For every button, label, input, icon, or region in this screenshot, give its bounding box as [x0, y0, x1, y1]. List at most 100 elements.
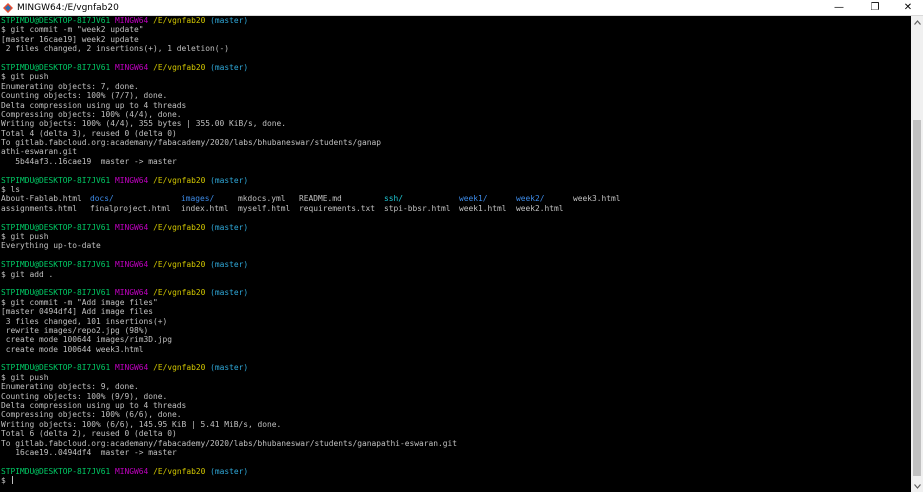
- prompt-user: STPIMDU@DESKTOP-8I7JV61: [1, 16, 111, 25]
- close-button[interactable]: ✕: [893, 0, 923, 15]
- output-line: [master 0494df4] Add image files: [1, 307, 154, 317]
- title-bar[interactable]: MINGW64:/E/vgnfab20 — ❐ ✕: [0, 0, 923, 16]
- chevron-up-icon: [913, 19, 921, 25]
- prompt-branch: (master): [210, 288, 249, 298]
- window-title: MINGW64:/E/vgnfab20: [17, 2, 119, 13]
- prompt-branch: (master): [210, 222, 249, 232]
- prompt-symbol: $: [1, 476, 11, 486]
- prompt-user: STPIMDU@DESKTOP-8I7JV61: [1, 62, 111, 72]
- terminal-output[interactable]: STPIMDU@DESKTOP-8I7JV61 MINGW64 /E/vgnfa…: [1, 16, 910, 492]
- git-bash-icon: [3, 2, 13, 13]
- restore-icon: ❐: [870, 2, 880, 13]
- prompt-branch: (master): [210, 363, 249, 373]
- output-line: Writing objects: 100% (4/4), 355 bytes |…: [1, 119, 287, 129]
- ls-entry: week2.html: [516, 203, 564, 213]
- output-line: Delta compression using up to 4 threads: [1, 401, 187, 411]
- prompt-system: MINGW64: [115, 466, 149, 476]
- prompt-user: STPIMDU@DESKTOP-8I7JV61: [1, 466, 111, 476]
- minimize-icon: —: [834, 2, 844, 13]
- scroll-up-button[interactable]: [911, 16, 923, 28]
- chevron-down-icon: [913, 483, 921, 489]
- ls-entry: week1.html: [459, 203, 507, 213]
- ls-entry: [573, 204, 633, 213]
- prompt-system: MINGW64: [115, 62, 149, 72]
- ls-entry: images/: [181, 194, 215, 204]
- prompt-path: /E/vgnfab20: [153, 260, 206, 270]
- prompt-path: /E/vgnfab20: [153, 175, 206, 185]
- input-line[interactable]: $: [1, 476, 910, 485]
- maximize-button[interactable]: ❐: [857, 0, 893, 15]
- ls-entry: requirements.txt: [299, 203, 376, 213]
- output-line: Everything up-to-date: [1, 241, 101, 251]
- prompt-line: STPIMDU@DESKTOP-8I7JV61 MINGW64 /E/vgnfa…: [1, 288, 910, 297]
- ls-row: assignments.html finalproject.html index.h…: [1, 204, 910, 213]
- output-line: create mode 100644 week3.html: [1, 344, 144, 354]
- prompt-path: /E/vgnfab20: [153, 16, 206, 25]
- scroll-down-button[interactable]: [911, 480, 923, 492]
- prompt-line: STPIMDU@DESKTOP-8I7JV61 MINGW64 /E/vgnfa…: [1, 363, 910, 372]
- prompt-system: MINGW64: [115, 175, 149, 185]
- scrollbar-thumb[interactable]: [913, 120, 921, 476]
- prompt-branch: (master): [210, 175, 249, 185]
- vertical-scrollbar[interactable]: [911, 16, 923, 492]
- ls-entry: week1/: [459, 194, 488, 204]
- output-line: Counting objects: 100% (9/9), done.: [1, 391, 168, 401]
- prompt-system: MINGW64: [115, 363, 149, 373]
- output-line: Total 4 (delta 3), reused 0 (delta 0): [1, 128, 177, 138]
- command-line: $ git push: [1, 231, 49, 241]
- ls-entry: finalproject.html: [90, 203, 171, 213]
- ls-entry: week3.html: [573, 194, 621, 204]
- output-line: 5b44af3..16cae19 master -> master: [1, 156, 177, 166]
- prompt-user: STPIMDU@DESKTOP-8I7JV61: [1, 260, 111, 270]
- prompt-path: /E/vgnfab20: [153, 363, 206, 373]
- minimize-button[interactable]: —: [821, 0, 857, 15]
- output-line: To gitlab.fabcloud.org:academany/fabacad…: [1, 138, 382, 148]
- output-line: athi-eswaran.git: [1, 147, 78, 157]
- prompt-system: MINGW64: [115, 16, 149, 25]
- prompt-line: STPIMDU@DESKTOP-8I7JV61 MINGW64 /E/vgnfa…: [1, 223, 910, 232]
- prompt-branch: (master): [210, 16, 249, 25]
- prompt-branch: (master): [210, 260, 249, 270]
- output-line: 2 files changed, 2 insertions(+), 1 dele…: [1, 44, 230, 54]
- prompt-system: MINGW64: [115, 260, 149, 270]
- prompt-user: STPIMDU@DESKTOP-8I7JV61: [1, 222, 111, 232]
- command-line: $ git push: [1, 372, 49, 382]
- prompt-line: STPIMDU@DESKTOP-8I7JV61 MINGW64 /E/vgnfa…: [1, 176, 910, 185]
- output-line: 3 files changed, 101 insertions(+): [1, 316, 168, 326]
- output-line: Compressing objects: 100% (4/4), done.: [1, 109, 182, 119]
- ls-entry: ssh/: [384, 194, 404, 204]
- prompt-branch: (master): [210, 466, 249, 476]
- prompt-line: STPIMDU@DESKTOP-8I7JV61 MINGW64 /E/vgnfa…: [1, 16, 910, 25]
- prompt-line: STPIMDU@DESKTOP-8I7JV61 MINGW64 /E/vgnfa…: [1, 63, 910, 72]
- output-line: [master 16cae19] week2 update: [1, 34, 139, 44]
- ls-entry: assignments.html: [1, 203, 78, 213]
- command-line: $ git push: [1, 72, 49, 82]
- prompt-path: /E/vgnfab20: [153, 466, 206, 476]
- ls-row: About-Fablab.html docs/images/mkdocs.yml R…: [1, 194, 910, 203]
- prompt-line: STPIMDU@DESKTOP-8I7JV61 MINGW64 /E/vgnfa…: [1, 260, 910, 269]
- prompt-system: MINGW64: [115, 288, 149, 298]
- close-icon: ✕: [903, 2, 913, 13]
- output-line: create mode 100644 images/rim3D.jpg: [1, 335, 173, 345]
- prompt-user: STPIMDU@DESKTOP-8I7JV61: [1, 288, 111, 298]
- ls-entry: docs/: [90, 194, 114, 204]
- output-line: Total 6 (delta 2), reused 0 (delta 0): [1, 429, 177, 439]
- ls-entry: About-Fablab.html: [1, 194, 82, 204]
- command-line: $ git commit -m "week2 update": [1, 25, 144, 35]
- output-line: Delta compression using up to 4 threads: [1, 100, 187, 110]
- prompt-path: /E/vgnfab20: [153, 62, 206, 72]
- ls-entry: week2/: [516, 194, 545, 204]
- prompt-system: MINGW64: [115, 222, 149, 232]
- output-line: Counting objects: 100% (7/7), done.: [1, 91, 168, 101]
- ls-entry: mkdocs.yml: [238, 194, 286, 204]
- ls-entry: README.md: [299, 194, 342, 204]
- output-line: 16cae19..0494df4 master -> master: [1, 447, 177, 457]
- prompt-branch: (master): [210, 62, 249, 72]
- prompt-user: STPIMDU@DESKTOP-8I7JV61: [1, 175, 111, 185]
